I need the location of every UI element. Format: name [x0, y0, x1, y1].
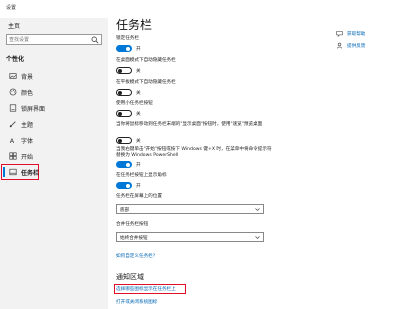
- help-text: 提供反馈: [347, 44, 366, 49]
- position-dropdown[interactable]: 底部: [116, 204, 264, 214]
- toggle-state: 关: [136, 112, 141, 117]
- taskbar-icon: [9, 168, 17, 176]
- sidebar-item-colors[interactable]: 颜色: [0, 84, 108, 100]
- sidebar-item-label: 锁屏界面: [21, 106, 46, 113]
- setting-label: 当你将鼠标移动到任务栏末端的"显示桌面"按钮时，使用"速览"预览桌面: [116, 122, 263, 127]
- notification-area-title: 通知区域: [116, 273, 144, 281]
- help-text: 获取帮助: [347, 32, 366, 37]
- toggle-knob: [126, 46, 130, 51]
- toggle-knob: [118, 90, 122, 95]
- lock-screen-icon: [9, 104, 17, 112]
- powershell-toggle[interactable]: [116, 161, 132, 168]
- search-box[interactable]: [6, 34, 102, 45]
- setting-label: 在桌面模式下自动隐藏任务栏: [116, 58, 176, 63]
- autohide-desktop-toggle[interactable]: [116, 67, 132, 74]
- sidebar-item-label: 背景: [21, 74, 34, 81]
- lock-taskbar-toggle[interactable]: [116, 45, 132, 52]
- section-label: 个性化: [6, 56, 25, 63]
- setting-label: 使用小任务栏按钮: [116, 101, 153, 106]
- toggle-state: 关: [136, 139, 141, 144]
- customize-taskbar-link[interactable]: 如何自定义任务栏?: [116, 253, 155, 259]
- setting-label: 在平板模式下自动隐藏任务栏: [116, 80, 176, 85]
- small-buttons-toggle[interactable]: [116, 110, 132, 117]
- sidebar-item-lock-screen[interactable]: 锁屏界面: [0, 100, 108, 116]
- toggle-state: 开: [136, 47, 141, 52]
- toggle-knob: [118, 111, 122, 116]
- sidebar-item-background[interactable]: 背景: [0, 68, 108, 84]
- sidebar-item-themes[interactable]: 主题: [0, 116, 108, 132]
- toggle-state: 关: [136, 69, 141, 74]
- sidebar-home[interactable]: 主页: [8, 21, 20, 30]
- setting-label: 锁定任务栏: [116, 36, 139, 41]
- sidebar-item-label: 颜色: [21, 90, 34, 97]
- dropdown-value: 始终合并按钮: [120, 236, 148, 241]
- setting-label: 在任务栏按钮上显示角标: [116, 173, 167, 178]
- sidebar-item-label: 任务栏: [21, 170, 40, 177]
- search-input[interactable]: [9, 36, 89, 44]
- chevron-down-icon: [255, 208, 260, 211]
- toggle-knob: [118, 138, 122, 143]
- page-title: 任务栏: [116, 18, 153, 32]
- chevron-down-icon: [255, 236, 260, 239]
- position-label: 任务栏在屏幕上的位置: [116, 194, 162, 199]
- help-icon: [336, 31, 343, 37]
- brush-icon: [9, 121, 16, 128]
- toggle-knob: [126, 183, 130, 188]
- sidebar-item-start[interactable]: 开始: [0, 148, 108, 164]
- window-title: 设置: [6, 5, 17, 11]
- autohide-tablet-toggle[interactable]: [116, 89, 132, 96]
- svg-text:A: A: [10, 137, 15, 144]
- badges-toggle[interactable]: [116, 182, 132, 189]
- combine-label: 合并任务栏按钮: [116, 222, 149, 227]
- toggle-state: 开: [136, 163, 141, 168]
- font-icon: A: [10, 137, 15, 144]
- sidebar: 主页 个性化 背景 颜色 锁屏界面 主题: [0, 18, 108, 309]
- sidebar-item-fonts[interactable]: A 字体: [0, 132, 108, 148]
- toggle-state: 关: [136, 91, 141, 96]
- dropdown-value: 底部: [120, 208, 130, 213]
- peek-toggle[interactable]: [116, 137, 132, 144]
- sidebar-item-label: 开始: [21, 154, 34, 161]
- picture-icon: [9, 73, 17, 79]
- sidebar-item-taskbar[interactable]: 任务栏: [0, 164, 108, 180]
- setting-label: 当我右键单击"开始"按钮或按下 Windows 键+X 时，在菜单中将命令提示符…: [116, 147, 272, 158]
- toggle-knob: [118, 68, 122, 73]
- toggle-knob: [126, 162, 130, 167]
- toggle-state: 开: [136, 184, 141, 189]
- feedback-icon: [336, 42, 343, 49]
- feedback-link[interactable]: 提供反馈: [336, 42, 400, 51]
- combine-dropdown[interactable]: 始终合并按钮: [116, 232, 264, 242]
- search-icon[interactable]: [91, 36, 99, 44]
- sidebar-item-label: 主题: [21, 122, 34, 129]
- system-icons-link[interactable]: 打开或关闭系统图标: [116, 299, 157, 305]
- start-icon: [9, 152, 17, 160]
- palette-icon: [9, 88, 17, 96]
- select-icons-link[interactable]: 选择哪些图标显示在任务栏上: [116, 286, 176, 292]
- get-help-link[interactable]: 获取帮助: [336, 30, 400, 39]
- sidebar-item-label: 字体: [21, 138, 34, 145]
